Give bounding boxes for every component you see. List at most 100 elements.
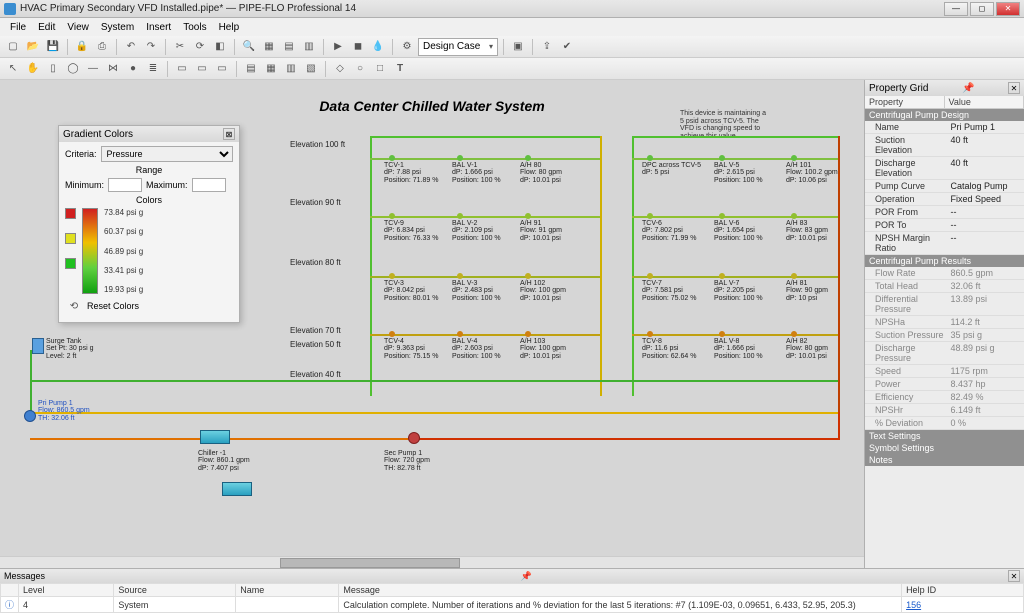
secondary-pump[interactable] <box>408 432 420 444</box>
export-icon[interactable]: ⇪ <box>538 38 556 56</box>
valve-icon[interactable]: ⋈ <box>104 60 122 78</box>
menu-file[interactable]: File <box>4 22 32 33</box>
criteria-select[interactable]: Pressure <box>101 146 233 162</box>
close-icon[interactable]: ✕ <box>1008 82 1020 94</box>
tank-icon[interactable]: ▯ <box>44 60 62 78</box>
help-link[interactable]: 156 <box>906 600 921 610</box>
horizontal-scrollbar[interactable] <box>0 556 864 568</box>
lock-icon[interactable]: 🔒 <box>73 38 91 56</box>
pipe-node[interactable] <box>719 213 725 219</box>
pipe-node[interactable] <box>719 155 725 161</box>
menu-insert[interactable]: Insert <box>140 22 177 33</box>
pipe-node[interactable] <box>389 273 395 279</box>
run-icon[interactable]: ▶ <box>329 38 347 56</box>
property-row[interactable]: Suction Elevation40 ft <box>865 134 1024 157</box>
gradient-colors-panel[interactable]: Gradient Colors⊠ Criteria: Pressure Rang… <box>58 125 240 323</box>
check-icon[interactable]: ✔ <box>558 38 576 56</box>
primary-pump[interactable] <box>24 410 36 422</box>
property-grid[interactable]: Property Grid📌✕ PropertyValue Centrifuga… <box>864 80 1024 568</box>
comp3-icon[interactable]: ▭ <box>213 60 231 78</box>
find-icon[interactable]: 🔍 <box>240 38 258 56</box>
pipe-node[interactable] <box>525 213 531 219</box>
property-row[interactable]: Total Head32.06 ft <box>865 280 1024 293</box>
property-row[interactable]: POR From-- <box>865 206 1024 219</box>
select-icon[interactable]: ↖ <box>4 60 22 78</box>
pin-icon[interactable]: 📌 <box>962 83 974 94</box>
maximize-button[interactable]: ◻ <box>970 2 994 16</box>
min-input[interactable] <box>108 178 142 192</box>
pipe-node[interactable] <box>457 273 463 279</box>
property-row[interactable]: Suction Pressure35 psi g <box>865 329 1024 342</box>
property-row[interactable]: NPSHr6.149 ft <box>865 404 1024 417</box>
print-icon[interactable]: ⎙ <box>93 38 111 56</box>
stop-icon[interactable]: ◼ <box>349 38 367 56</box>
close-button[interactable]: ✕ <box>996 2 1020 16</box>
undo-icon[interactable]: ↶ <box>122 38 140 56</box>
comp2-icon[interactable]: ▭ <box>193 60 211 78</box>
property-row[interactable]: Discharge Pressure48.89 psi g <box>865 342 1024 365</box>
menu-view[interactable]: View <box>61 22 95 33</box>
anno2-icon[interactable]: ○ <box>351 60 369 78</box>
menu-help[interactable]: Help <box>213 22 246 33</box>
pipe-node[interactable] <box>791 213 797 219</box>
pipe-node[interactable] <box>389 331 395 337</box>
prop-group[interactable]: Centrifugal Pump Design <box>865 109 1024 121</box>
design-case-combo[interactable]: Design Case <box>418 38 498 56</box>
prop-group[interactable]: Text Settings <box>865 430 1024 442</box>
node-icon[interactable]: ● <box>124 60 142 78</box>
pipe-node[interactable] <box>719 331 725 337</box>
pipe-node[interactable] <box>791 331 797 337</box>
property-row[interactable]: OperationFixed Speed <box>865 193 1024 206</box>
property-row[interactable]: Flow Rate860.5 gpm <box>865 267 1024 280</box>
property-row[interactable]: NPSH Margin Ratio-- <box>865 232 1024 255</box>
layer-icon[interactable]: ▤ <box>280 38 298 56</box>
pipe-node[interactable] <box>457 213 463 219</box>
max-input[interactable] <box>192 178 226 192</box>
refresh-icon[interactable]: ⟳ <box>191 38 209 56</box>
open-icon[interactable]: 📂 <box>24 38 42 56</box>
menu-system[interactable]: System <box>95 22 140 33</box>
align4-icon[interactable]: ▧ <box>302 60 320 78</box>
swatch-yellow[interactable] <box>65 233 76 244</box>
prop-group[interactable]: Symbol Settings <box>865 442 1024 454</box>
pipe-node[interactable] <box>647 273 653 279</box>
pipe-node[interactable] <box>647 155 653 161</box>
comp1-icon[interactable]: ▭ <box>173 60 191 78</box>
drawing-canvas[interactable]: Data Center Chilled Water System This de… <box>0 80 864 568</box>
reset-colors[interactable]: Reset Colors <box>87 301 139 311</box>
prop-group[interactable]: Notes <box>865 454 1024 466</box>
align2-icon[interactable]: ▦ <box>262 60 280 78</box>
message-row[interactable]: ⓘ 4 System Calculation complete. Number … <box>1 597 1024 613</box>
pump-icon[interactable]: ◯ <box>64 60 82 78</box>
pipe-node[interactable] <box>719 273 725 279</box>
grid2-icon[interactable]: ▥ <box>300 38 318 56</box>
surge-tank[interactable] <box>32 338 44 354</box>
pipe-node[interactable] <box>457 155 463 161</box>
property-row[interactable]: Speed1175 rpm <box>865 365 1024 378</box>
pipe-node[interactable] <box>791 273 797 279</box>
property-row[interactable]: Efficiency82.49 % <box>865 391 1024 404</box>
pipe-node[interactable] <box>647 331 653 337</box>
pipe-node[interactable] <box>791 155 797 161</box>
property-row[interactable]: % Deviation0 % <box>865 417 1024 430</box>
property-row[interactable]: NamePri Pump 1 <box>865 121 1024 134</box>
pipe-node[interactable] <box>389 213 395 219</box>
messages-panel[interactable]: Messages📌✕ Level Source Name Message Hel… <box>0 568 1024 616</box>
minimize-button[interactable]: — <box>944 2 968 16</box>
chiller-spare[interactable] <box>222 482 252 496</box>
property-row[interactable]: Power8.437 hp <box>865 378 1024 391</box>
chiller[interactable] <box>200 430 230 444</box>
align1-icon[interactable]: ▤ <box>242 60 260 78</box>
pipe-node[interactable] <box>647 213 653 219</box>
close-icon[interactable]: ⊠ <box>223 128 235 140</box>
swatch-red[interactable] <box>65 208 76 219</box>
opts-icon[interactable]: ⚙ <box>398 38 416 56</box>
pin-icon[interactable]: 📌 <box>521 571 532 582</box>
anno1-icon[interactable]: ◇ <box>331 60 349 78</box>
pipe-icon[interactable]: — <box>84 60 102 78</box>
anno3-icon[interactable]: □ <box>371 60 389 78</box>
new-icon[interactable]: ▢ <box>4 38 22 56</box>
grid-icon[interactable]: ▦ <box>260 38 278 56</box>
drop-icon[interactable]: 💧 <box>369 38 387 56</box>
pipe-node[interactable] <box>525 273 531 279</box>
